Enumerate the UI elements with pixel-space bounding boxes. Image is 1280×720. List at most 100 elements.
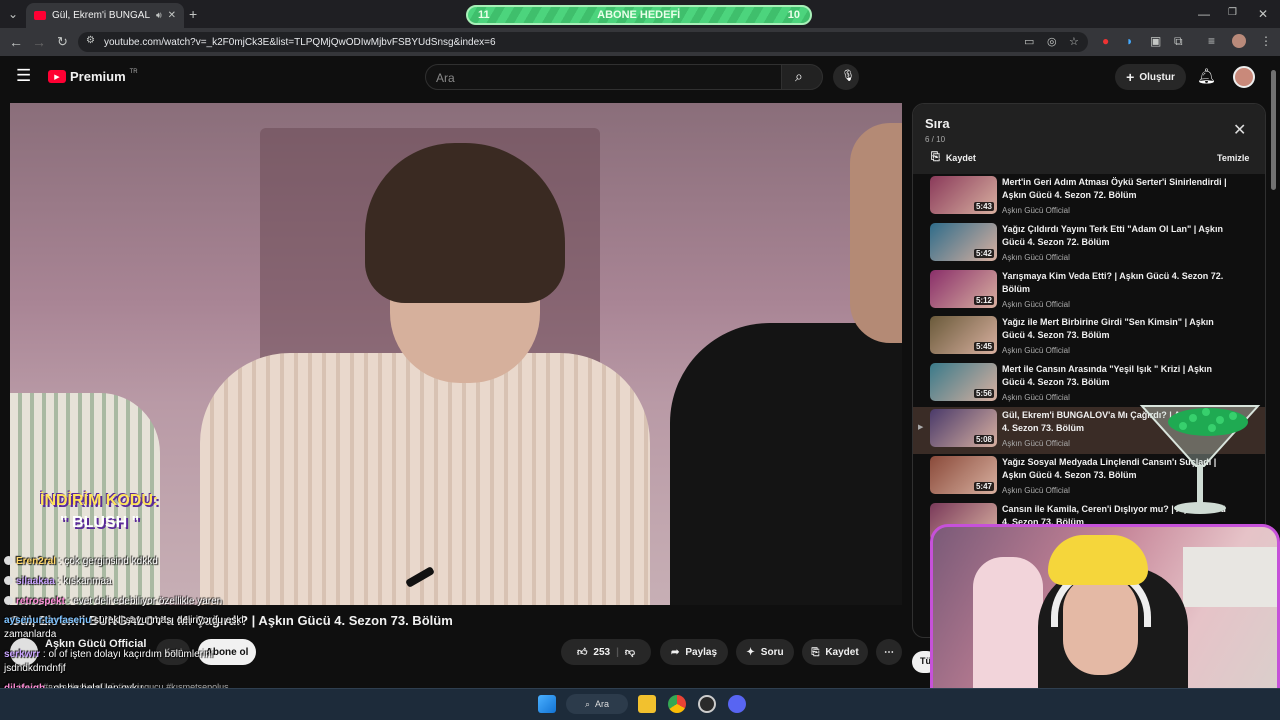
reload-icon[interactable]: ↻	[57, 34, 68, 50]
sub-goal-target: 10	[787, 9, 800, 21]
browser-menu-icon[interactable]: ⋮	[1260, 34, 1272, 48]
playlist-item[interactable]: 5:42 Yağız Çıldırdı Yayını Terk Etti "Ada…	[913, 221, 1265, 268]
extensions-icon[interactable]: ⧉	[1174, 34, 1183, 49]
playlist-channel-name: Aşkın Gücü Official	[1002, 439, 1070, 448]
share-label: Paylaş	[685, 646, 718, 658]
playlist-channel-name: Aşkın Gücü Official	[1002, 346, 1070, 355]
account-avatar[interactable]	[1233, 66, 1255, 88]
video-frame-person-body	[200, 353, 650, 605]
restore-icon[interactable]: ❐	[1228, 7, 1237, 18]
playlist-video-title[interactable]: Yağız Çıldırdı Yayını Terk Etti "Adam Ol…	[1002, 223, 1232, 249]
address-bar[interactable]: ⚙ youtube.com/watch?v=_k2F0mjCk3E&list=T…	[78, 32, 1088, 52]
video-duration: 5:56	[973, 389, 994, 398]
notifications-bell-icon[interactable]: 🔔︎	[1197, 67, 1216, 85]
more-actions-button[interactable]: ⋯	[876, 639, 902, 665]
video-duration: 5:47	[973, 482, 994, 491]
youtube-logo[interactable]: ▶ Premium TR	[48, 69, 138, 84]
speaker-icon[interactable]: 🔊︎	[156, 10, 162, 21]
region-code: TR	[129, 68, 138, 75]
extension-red-icon[interactable]: ●	[1102, 34, 1109, 48]
share-button[interactable]: ➦ Paylaş	[660, 639, 728, 665]
video-duration: 5:45	[973, 342, 994, 351]
eye-off-icon[interactable]: ◎	[1047, 35, 1057, 48]
voice-search-button[interactable]: 🎙︎	[833, 64, 859, 90]
hamburger-menu-icon[interactable]: ☰	[16, 66, 31, 86]
playlist-thumbnail[interactable]: 5:47	[930, 456, 997, 494]
youtube-favicon-icon	[34, 11, 46, 20]
chat-text: : evet deli edebiliyor özellikle yaren	[67, 596, 223, 607]
playlist-channel-name: Aşkın Gücü Official	[1002, 393, 1070, 402]
like-count: 253	[593, 646, 611, 658]
forward-icon[interactable]: →	[32, 34, 46, 50]
playlist-channel-name: Aşkın Gücü Official	[1002, 486, 1070, 495]
window-close-icon[interactable]: ✕	[1258, 7, 1268, 21]
chat-text: : çok gerginsind kdkkd	[58, 556, 158, 567]
browser-tab-strip: ⌄ Gül, Ekrem'i BUNGALOV'a M 🔊︎ ✕ + 11 AB…	[0, 0, 1280, 28]
playlist-media-icon[interactable]: ≡	[1208, 34, 1215, 48]
ask-button[interactable]: ✦ Soru	[736, 639, 794, 665]
windows-start-icon[interactable]	[538, 695, 556, 713]
chat-username: retrospekt	[16, 596, 65, 607]
playlist-video-title[interactable]: Mert ile Cansın Arasında "Yeşil Işık " K…	[1002, 363, 1232, 389]
playlist-save-button[interactable]: ⎘ Kaydet	[931, 151, 976, 164]
video-duration: 5:12	[973, 296, 994, 305]
file-explorer-icon[interactable]	[638, 695, 656, 713]
chrome-icon[interactable]	[668, 695, 686, 713]
playlist-video-title[interactable]: Yağız ile Mert Birbirine Girdi "Sen Kims…	[1002, 316, 1232, 342]
youtube-play-icon: ▶	[48, 70, 66, 83]
playlist-thumbnail[interactable]: 5:42	[930, 223, 997, 261]
video-frame-person-right	[670, 323, 902, 605]
chat-message: retrospekt : evet deli edebiliyor özelli…	[4, 596, 222, 607]
playlist-thumbnail[interactable]: 5:56	[930, 363, 997, 401]
search-input[interactable]: Ara	[425, 64, 782, 90]
playlist-clear-button[interactable]: Temizle	[1217, 153, 1249, 163]
playlist-save-label: Kaydet	[945, 152, 976, 163]
browser-tab[interactable]: Gül, Ekrem'i BUNGALOV'a M 🔊︎ ✕	[26, 3, 184, 28]
discord-icon[interactable]	[728, 695, 746, 713]
playlist-item[interactable]: 5:12 Yarışmaya Kim Veda Etti? | Aşkın Güc…	[913, 268, 1265, 315]
playlist-thumbnail[interactable]: 5:08	[930, 409, 997, 447]
thumbs-up-icon[interactable]: 👍︎	[577, 646, 587, 658]
chat-badge-icon	[4, 576, 13, 585]
playlist-video-title[interactable]: Yarışmaya Kim Veda Etti? | Aşkın Gücü 4.…	[1002, 270, 1232, 296]
video-frame-person-right-head	[850, 123, 902, 343]
cast-icon[interactable]: ▭	[1024, 35, 1034, 48]
webcam-shelf	[1183, 547, 1277, 607]
share-icon: ➦	[670, 646, 680, 658]
save-label: Kaydet	[825, 646, 859, 658]
playlist-thumbnail[interactable]: 5:12	[930, 270, 997, 308]
taskbar-search-label: Ara	[595, 699, 610, 709]
search-icon: ⌕	[795, 68, 803, 84]
new-tab-icon[interactable]: +	[189, 6, 197, 22]
create-label: Oluştur	[1139, 71, 1175, 83]
minimize-icon[interactable]: —	[1198, 7, 1210, 21]
tab-search-icon[interactable]: ⌄	[8, 7, 18, 21]
obs-icon[interactable]	[698, 695, 716, 713]
close-tab-icon[interactable]: ✕	[168, 10, 176, 21]
chat-username: serkwrr	[4, 649, 41, 660]
playlist-item[interactable]: 5:43 Mert'in Geri Adım Atması Öykü Serter…	[913, 174, 1265, 221]
site-info-icon[interactable]: ⚙	[86, 35, 95, 46]
playlist-header: Sıra 6 / 10 ✕ ⎘ Kaydet Temizle	[913, 104, 1265, 174]
taskbar-search[interactable]: ⌕ Ara	[566, 694, 628, 714]
thumbs-down-icon[interactable]: 👎︎	[625, 646, 635, 658]
extension-blue-icon[interactable]: ◗	[1126, 34, 1133, 48]
plus-icon: +	[1126, 69, 1135, 85]
page-scrollbar[interactable]	[1271, 70, 1276, 190]
bookmark-icon: ⎘	[931, 151, 940, 163]
profile-avatar[interactable]	[1232, 34, 1246, 48]
search-button[interactable]: ⌕	[781, 64, 823, 90]
playlist-video-title[interactable]: Mert'in Geri Adım Atması Öykü Serter'i S…	[1002, 176, 1232, 202]
close-icon[interactable]: ✕	[1233, 120, 1246, 140]
playlist-item[interactable]: 5:45 Yağız ile Mert Birbirine Girdi "Sen …	[913, 314, 1265, 361]
playlist-channel-name: Aşkın Gücü Official	[1002, 300, 1070, 309]
playlist-thumbnail[interactable]: 5:45	[930, 316, 997, 354]
chat-badge-icon	[4, 596, 13, 605]
save-button[interactable]: ⎘ Kaydet	[802, 639, 868, 665]
extension-box-icon[interactable]: ▣	[1150, 34, 1161, 48]
bookmark-star-icon[interactable]: ☆	[1069, 35, 1079, 48]
playlist-thumbnail[interactable]: 5:43	[930, 176, 997, 214]
create-button[interactable]: + Oluştur	[1115, 64, 1186, 90]
playlist-channel-name: Aşkın Gücü Official	[1002, 253, 1070, 262]
back-icon[interactable]: ←	[9, 34, 23, 50]
